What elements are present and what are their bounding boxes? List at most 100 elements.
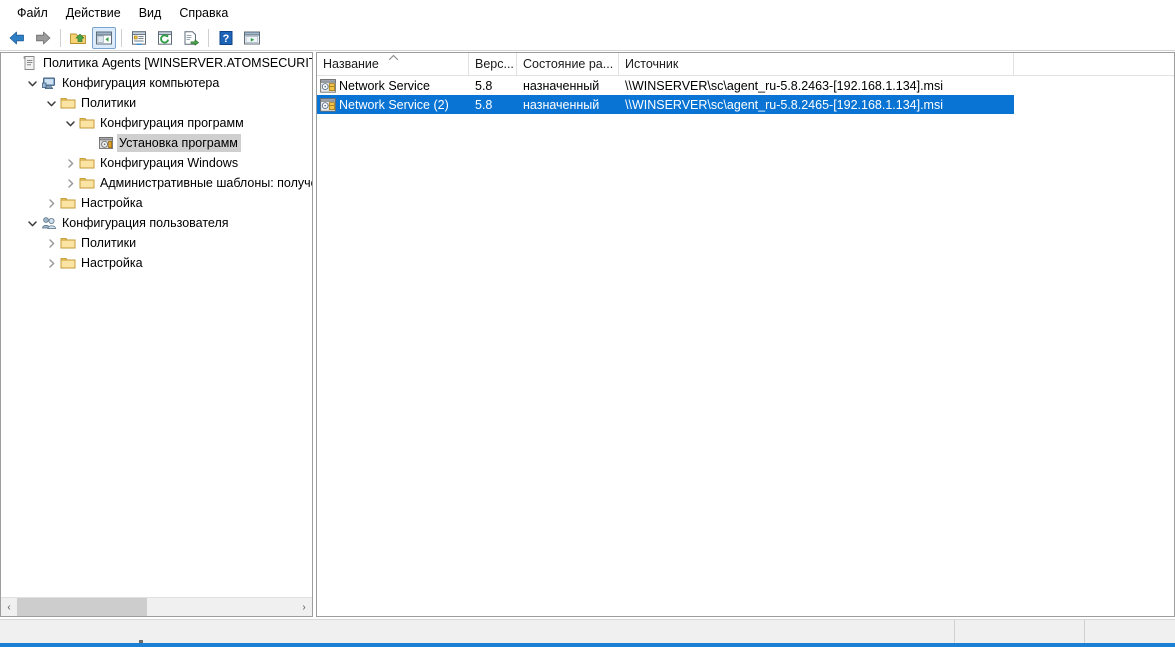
software-install-icon [97,135,114,151]
cell-text: \\WINSERVER\sc\agent_ru-5.8.2463-[192.16… [625,79,943,93]
tree-node-label: Конфигурация пользователя [60,214,232,232]
tree-node-label: Установка программ [117,134,241,152]
cell-text: Network Service (2) [339,98,449,112]
msi-package-icon [320,78,336,94]
chevron-right-icon[interactable] [43,255,59,271]
cell-version: 5.8 [469,95,517,114]
status-bar [0,619,1175,643]
toolbar-separator-3 [208,29,209,47]
tree-node-label: Политики [79,94,139,112]
chevron-down-icon[interactable] [62,115,78,131]
tree-node-administrative-templates[interactable]: Административные шаблоны: получены [1,173,312,193]
menu-help[interactable]: Справка [170,3,237,23]
cell-text: назначенный [523,79,599,93]
cell-name: Network Service (2) [317,95,469,114]
new-window-icon[interactable] [240,27,264,49]
tree-node-label: Политика Agents [WINSERVER.ATOMSECURITY.… [41,54,312,72]
column-header-source[interactable]: Источник [619,53,1014,75]
table-row[interactable]: Network Service 5.8 назначенный \\WINSERVER… [317,76,1174,95]
cell-source: \\WINSERVER\sc\agent_ru-5.8.2465-[192.16… [619,95,1014,114]
refresh-icon[interactable] [153,27,177,49]
chevron-right-icon[interactable] [62,175,78,191]
folder-icon [59,195,76,211]
show-hide-tree-icon[interactable] [92,27,116,49]
cell-name: Network Service [317,76,469,95]
tree-node-software-installation[interactable]: Установка программ [1,133,312,153]
cell-text: 5.8 [475,79,492,93]
cell-state: назначенный [517,76,619,95]
tree-node-label: Конфигурация программ [98,114,247,132]
scroll-track[interactable] [17,598,296,616]
properties-icon[interactable] [127,27,151,49]
list-column-headers: Название Верс... Состояние ра... Источник [317,53,1174,76]
column-header-name[interactable]: Название [317,53,469,75]
column-header-version[interactable]: Верс... [469,53,517,75]
status-middle-pane [955,620,1085,643]
taskbar-accent-line [0,643,1175,647]
scroll-left-arrow-icon[interactable]: ‹ [1,598,17,616]
cell-text: \\WINSERVER\sc\agent_ru-5.8.2465-[192.16… [625,98,943,112]
tree-spacer [81,135,97,151]
column-header-label: Источник [625,57,678,71]
forward-arrow-icon[interactable] [31,27,55,49]
status-right-pane [1085,620,1175,643]
tree-node-label: Настройка [79,194,146,212]
tree-node-windows-settings[interactable]: Конфигурация Windows [1,153,312,173]
chevron-right-icon[interactable] [62,155,78,171]
menu-action[interactable]: Действие [57,3,130,23]
sort-ascending-icon [387,54,399,62]
tree-node-user-policies[interactable]: Политики [1,233,312,253]
tree-node-computer-policies[interactable]: Политики [1,93,312,113]
tree-horizontal-scrollbar[interactable]: ‹ › [1,597,312,616]
folder-icon [59,235,76,251]
toolbar: ? [0,26,1175,51]
up-folder-icon[interactable] [66,27,90,49]
folder-icon [59,95,76,111]
svg-text:?: ? [223,33,230,45]
export-list-icon[interactable] [179,27,203,49]
chevron-down-icon[interactable] [24,215,40,231]
chevron-right-icon[interactable] [43,235,59,251]
toolbar-separator-1 [60,29,61,47]
tree-node-user-configuration[interactable]: Конфигурация пользователя [1,213,312,233]
scroll-thumb[interactable] [17,598,147,616]
status-main-pane [0,620,955,643]
tree-node-user-preferences[interactable]: Настройка [1,253,312,273]
work-area: Политика Agents [WINSERVER.ATOMSECURITY.… [0,52,1175,617]
scroll-right-arrow-icon[interactable]: › [296,598,312,616]
tree-node-software-settings[interactable]: Конфигурация программ [1,113,312,133]
console-tree: Политика Agents [WINSERVER.ATOMSECURITY.… [1,53,312,598]
column-header-label: Верс... [475,57,514,71]
help-icon[interactable]: ? [214,27,238,49]
toolbar-separator-2 [121,29,122,47]
tree-node-computer-configuration[interactable]: Конфигурация компьютера [1,73,312,93]
tree-node-label: Конфигурация Windows [98,154,241,172]
menu-file[interactable]: Файл [8,3,57,23]
chevron-right-icon[interactable] [43,195,59,211]
folder-icon [78,155,95,171]
cell-source: \\WINSERVER\sc\agent_ru-5.8.2463-[192.16… [619,76,1174,95]
msi-package-icon [320,97,336,113]
computer-icon [40,75,57,91]
cell-text: назначенный [523,98,599,112]
policy-scroll-icon [21,55,38,71]
table-row[interactable]: Network Service (2) 5.8 назначенный \\WINSE… [317,95,1014,114]
results-pane: Название Верс... Состояние ра... Источник N… [316,52,1175,617]
cell-version: 5.8 [469,76,517,95]
menu-bar: Файл Действие Вид Справка [0,0,1175,26]
list-rows: Network Service 5.8 назначенный \\WINSERVER… [317,76,1174,114]
back-arrow-icon[interactable] [5,27,29,49]
tree-node-label: Политики [79,234,139,252]
cell-state: назначенный [517,95,619,114]
tree-node-label: Административные шаблоны: получены [98,174,312,192]
tree-node-policy-root[interactable]: Политика Agents [WINSERVER.ATOMSECURITY.… [1,53,312,73]
column-header-label: Состояние ра... [523,57,613,71]
chevron-down-icon[interactable] [43,95,59,111]
tree-node-computer-preferences[interactable]: Настройка [1,193,312,213]
column-header-label: Название [323,57,379,71]
chevron-down-icon[interactable] [24,75,40,91]
cell-text: 5.8 [475,98,492,112]
column-header-deployment-state[interactable]: Состояние ра... [517,53,619,75]
menu-view[interactable]: Вид [130,3,171,23]
tree-node-label: Конфигурация компьютера [60,74,222,92]
